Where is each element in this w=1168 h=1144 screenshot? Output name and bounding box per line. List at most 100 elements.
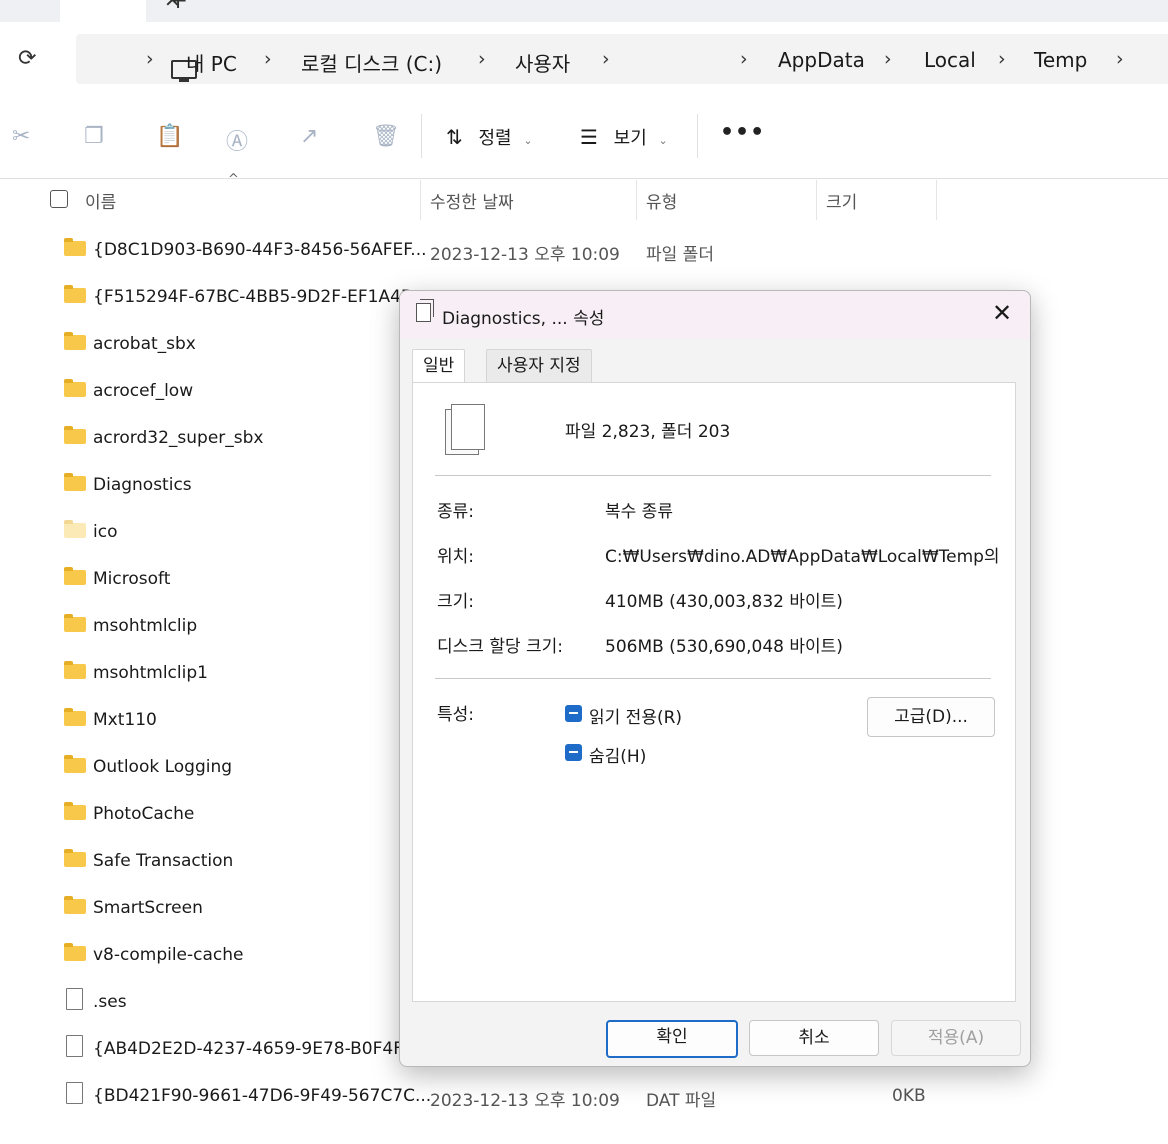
file-date: 2023-12-13 오후 10:09 xyxy=(430,1091,620,1111)
file-name: SmartScreen xyxy=(93,898,203,918)
new-tab-icon[interactable]: + xyxy=(168,0,188,14)
file-type: 파일 폴더 xyxy=(646,245,714,265)
folder-icon xyxy=(64,661,86,679)
table-row[interactable]: {D8C1D903-B690-44F3-8456-56AFEF... 2023-1… xyxy=(0,232,1168,279)
view-icon: ☰ xyxy=(580,125,598,149)
readonly-checkbox[interactable] xyxy=(565,705,582,722)
column-divider[interactable] xyxy=(636,180,637,220)
file-name: acrord32_super_sbx xyxy=(93,428,264,448)
chevron-right-icon[interactable]: › xyxy=(478,48,486,70)
cancel-button[interactable]: 취소 xyxy=(749,1020,879,1056)
folder-icon xyxy=(64,755,86,773)
apply-button[interactable]: 적용(A) xyxy=(891,1020,1021,1056)
chevron-right-icon[interactable]: › xyxy=(1116,48,1124,70)
file-name: msohtmlclip xyxy=(93,616,198,636)
folder-icon xyxy=(64,708,86,726)
divider xyxy=(435,475,991,476)
active-tab[interactable]: ✕ xyxy=(60,0,181,22)
command-bar: ✂ ❐ 📋 Ⓐ ↗ 🗑 ⇅ 정렬 ⌄ ☰ 보기 ⌄ ••• xyxy=(0,96,1168,179)
file-name: Diagnostics xyxy=(93,475,192,495)
file-date: 2023-12-13 오후 10:09 xyxy=(430,245,620,265)
file-icon xyxy=(66,1082,83,1104)
chevron-right-icon[interactable]: › xyxy=(602,48,610,70)
cut-icon[interactable]: ✂ xyxy=(12,124,30,149)
tab-strip: ✕ + xyxy=(0,0,1168,22)
column-header-name[interactable]: 이름 xyxy=(85,188,116,213)
tab-general[interactable]: 일반 xyxy=(412,349,466,384)
file-name: {AB4D2E2D-4237-4659-9E78-B0F4F7... xyxy=(93,1039,431,1059)
chevron-right-icon[interactable]: › xyxy=(264,48,272,70)
hidden-checkbox[interactable] xyxy=(565,744,582,761)
sort-ascending-icon: ^ xyxy=(228,172,239,187)
multiple-files-icon xyxy=(445,404,485,457)
select-all-checkbox[interactable] xyxy=(50,190,68,208)
sort-label: 정렬 xyxy=(478,128,512,149)
close-icon[interactable]: ✕ xyxy=(992,299,1012,327)
advanced-button[interactable]: 고급(D)... xyxy=(867,697,995,737)
breadcrumb-local[interactable]: Local xyxy=(924,48,976,72)
refresh-icon[interactable]: ⟳ xyxy=(18,46,36,71)
disk-size-value: 506MB (530,690,048 바이트) xyxy=(605,637,843,657)
copy-icon[interactable]: ❐ xyxy=(84,124,104,149)
attributes-label: 특성: xyxy=(437,705,475,725)
delete-icon[interactable]: 🗑 xyxy=(372,124,400,149)
chevron-right-icon[interactable]: › xyxy=(146,48,154,70)
address-bar[interactable]: › 내 PC › 로컬 디스크 (C:) › 사용자 › › AppData ›… xyxy=(76,34,1168,84)
paste-icon[interactable]: 📋 xyxy=(156,124,183,149)
file-name: Mxt110 xyxy=(93,710,157,730)
properties-dialog: Diagnostics, ... 속성 ✕ 일반 사용자 지정 파일 2,823… xyxy=(399,290,1031,1067)
rename-icon[interactable]: Ⓐ xyxy=(226,124,248,156)
column-header-size[interactable]: 크기 xyxy=(826,188,857,213)
location-value: C:₩Users₩dino.AD₩AppData₩Local₩Temp의 모 xyxy=(605,547,1005,567)
chevron-right-icon[interactable]: › xyxy=(998,48,1006,70)
file-name: Outlook Logging xyxy=(93,757,233,777)
file-icon xyxy=(66,988,83,1010)
file-name: acrocef_low xyxy=(93,381,194,401)
item-count: 파일 2,823, 폴더 203 xyxy=(565,422,731,442)
breadcrumb-users[interactable]: 사용자 xyxy=(515,48,570,77)
tab-customize[interactable]: 사용자 지정 xyxy=(486,349,592,383)
size-label: 크기: xyxy=(437,592,475,612)
ok-button[interactable]: 확인 xyxy=(606,1020,738,1058)
disk-size-label: 디스크 할당 크기: xyxy=(437,637,564,657)
folder-icon xyxy=(64,473,86,491)
readonly-label[interactable]: 읽기 전용(R) xyxy=(589,703,682,728)
chevron-right-icon[interactable]: › xyxy=(740,48,748,70)
column-divider[interactable] xyxy=(936,180,937,220)
dialog-titlebar[interactable]: Diagnostics, ... 속성 ✕ xyxy=(400,291,1030,339)
breadcrumb-temp[interactable]: Temp xyxy=(1034,48,1087,72)
size-value: 410MB (430,003,832 바이트) xyxy=(605,592,843,612)
divider xyxy=(435,678,991,679)
column-divider[interactable] xyxy=(420,180,421,220)
chevron-down-icon: ⌄ xyxy=(658,134,668,147)
breadcrumb-appdata[interactable]: AppData xyxy=(778,48,865,72)
breadcrumb-local-disk[interactable]: 로컬 디스크 (C:) xyxy=(301,48,442,77)
file-name: {BD421F90-9661-47D6-9F49-567C7C... xyxy=(93,1086,432,1106)
column-divider[interactable] xyxy=(816,180,817,220)
file-name: PhotoCache xyxy=(93,804,195,824)
toolbar-divider xyxy=(697,114,698,158)
more-options-icon[interactable]: ••• xyxy=(720,120,765,145)
chevron-right-icon[interactable]: › xyxy=(884,48,892,70)
hidden-label[interactable]: 숨김(H) xyxy=(589,742,646,767)
file-size: 0KB xyxy=(892,1086,926,1106)
kind-value: 복수 종류 xyxy=(605,502,673,522)
general-panel: 파일 2,823, 폴더 203 종류: 복수 종류 위치: C:₩Users₩… xyxy=(412,382,1016,1002)
sort-button[interactable]: ⇅ 정렬 ⌄ xyxy=(446,124,533,150)
column-header-modified[interactable]: 수정한 날짜 xyxy=(430,188,514,213)
share-icon[interactable]: ↗ xyxy=(300,124,318,149)
file-icon xyxy=(66,1035,83,1057)
folder-icon xyxy=(64,520,86,538)
folder-icon xyxy=(64,896,86,914)
location-label: 위치: xyxy=(437,547,475,567)
toolbar-divider xyxy=(421,114,422,158)
breadcrumb-my-pc[interactable]: 내 PC xyxy=(186,48,237,77)
sort-icon: ⇅ xyxy=(446,125,463,149)
view-button[interactable]: ☰ 보기 ⌄ xyxy=(580,124,668,150)
folder-icon xyxy=(64,614,86,632)
folder-icon xyxy=(64,802,86,820)
table-row[interactable]: {BD421F90-9661-47D6-9F49-567C7C... 2023-1… xyxy=(0,1078,1168,1125)
column-header-type[interactable]: 유형 xyxy=(646,188,677,213)
dialog-title: Diagnostics, ... 속성 xyxy=(442,309,605,329)
folder-icon xyxy=(64,849,86,867)
